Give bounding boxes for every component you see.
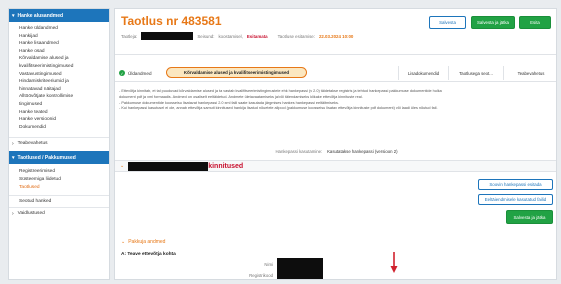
arrow-down-icon xyxy=(390,252,398,273)
sidebar-section-vaidlustused[interactable]: › Vaidlustused xyxy=(9,207,109,219)
section-title: kinnitused xyxy=(208,162,244,170)
sidebar-item[interactable]: Hankijad xyxy=(19,33,109,41)
info-line: - Kui hankepassi kasutusel ei ole, annab… xyxy=(119,106,438,111)
nimi-label: Nimi xyxy=(264,262,273,267)
chevron-down-icon: ⌄ xyxy=(121,239,126,245)
chevron-right-icon: › xyxy=(12,210,14,217)
sidebar-item[interactable]: Dokumendid xyxy=(19,124,109,132)
chevron-down-icon: ▾ xyxy=(12,154,15,161)
sidebar-item[interactable]: Süsteemiga liidetud xyxy=(19,176,109,184)
sidebar-item[interactable]: hinnatavad näitajad xyxy=(19,86,109,94)
tab-korvaldamise-alused[interactable]: Kõrvaldamise alused ja kvalifitseerimist… xyxy=(166,67,307,78)
sidebar-item[interactable]: Hanke versioonid xyxy=(19,116,109,124)
page-title: Taotlus nr 483581 xyxy=(121,14,222,28)
sidebar-section-label: Seotud hanked xyxy=(19,199,52,205)
sidebar-section-teabevahetus[interactable]: › Teabevahetus xyxy=(9,137,109,149)
sidebar-item[interactable]: Vastavustingimused xyxy=(19,71,109,79)
chevron-right-icon: › xyxy=(12,140,14,147)
save-and-continue-button[interactable]: Salvesta ja jätka xyxy=(471,16,515,29)
deadline-value: 22.03.2024 10:00 xyxy=(318,33,354,39)
sidebar-section-label: Hanke alusandmed xyxy=(17,12,64,19)
tab-uldandmed[interactable]: ✓ Üldandmed xyxy=(119,66,152,80)
deadline-label: Taotluse esitamise: xyxy=(277,33,315,39)
sidebar-section-hanke-alusandmed[interactable]: ▾ Hanke alusandmed xyxy=(9,9,109,22)
sidebar-item[interactable]: Hanke lisaandmed xyxy=(19,40,109,48)
sidebar-item[interactable]: Hindamiskriteeriumid ja xyxy=(19,78,109,86)
sidebar-section-label: Teabevahetus xyxy=(17,141,48,147)
application-meta: Taotleja: Seisund: koostamisel, Esitamat… xyxy=(121,32,353,40)
chevron-down-icon: ▾ xyxy=(12,12,15,19)
sidebar: ▾ Hanke alusandmed Hanke üldandmed Hanki… xyxy=(8,8,110,280)
sidebar-items: Hanke üldandmed Hankijad Hanke lisaandme… xyxy=(9,22,109,131)
main-panel: Taotlus nr 483581 Taotleja: Seisund: koo… xyxy=(114,8,557,280)
registrikood-label: Registrikood xyxy=(249,273,273,278)
hankepass-usage-value: Kasutatakse hankepassi (versioon 2) xyxy=(327,149,398,154)
submit-button[interactable]: Esita xyxy=(519,16,551,29)
divider xyxy=(115,54,556,55)
chevron-down-icon: ⌄ xyxy=(120,163,125,169)
tab-teabevahetus[interactable]: Teabevahetus xyxy=(503,66,556,80)
sidebar-section-label: Taotlused / Pakkumused xyxy=(17,154,76,161)
divider xyxy=(115,81,556,82)
section-kinnitused[interactable]: ⌄ kinnitused xyxy=(115,160,556,172)
sidebar-section-taotlused[interactable]: ▾ Taotlused / Pakkumused xyxy=(9,151,109,165)
sidebar-item[interactable]: Hanke teated xyxy=(19,109,109,117)
sidebar-item-seotud-hanked[interactable]: Seotud hanked xyxy=(9,195,109,207)
status-badge: Esitamata xyxy=(246,33,268,39)
pakkuja-andmed-label: Pakkuja andmed xyxy=(128,239,166,245)
sidebar-item[interactable]: Registreerimised xyxy=(19,168,109,176)
sidebar-item[interactable]: kvalifitseerimistingimused xyxy=(19,63,109,71)
tab-bar: ✓ Üldandmed Kõrvaldamise alused ja kvali… xyxy=(115,66,556,80)
hankepass-usage-label: Hankepassi kasutamine: xyxy=(275,149,323,154)
taotleja-label: Taotleja: xyxy=(121,33,138,39)
sidebar-item[interactable]: Hanke üldandmed xyxy=(19,25,109,33)
submit-hankepass-button[interactable]: Soovin hankepassi esitada xyxy=(478,179,553,190)
sidebar-item[interactable]: tingimused xyxy=(19,101,109,109)
redacted-company-details xyxy=(277,258,323,279)
sidebar-item[interactable]: Hanke osad xyxy=(19,48,109,56)
hankepass-usage: Hankepassi kasutamine: Kasutatakse hanke… xyxy=(115,149,556,154)
seisund-value: koostamisel, xyxy=(218,33,243,39)
save-and-continue-button-secondary[interactable]: Salvesta ja jätka xyxy=(506,210,553,224)
redacted-section-title xyxy=(128,161,209,171)
check-icon: ✓ xyxy=(119,70,125,76)
prefill-files-button[interactable]: Eeltäiendmisele kasutatud failid xyxy=(478,194,553,205)
teave-heading: A: Teave ettevõtja kohta xyxy=(121,252,176,257)
tab-taotlusega-seotud[interactable]: Taotlusega seot... xyxy=(448,66,503,80)
info-text: - Ettevõtja kinnitab, et tal puuduvad kõ… xyxy=(119,89,555,112)
sidebar-item-active[interactable]: Taotlused xyxy=(19,184,109,192)
save-button[interactable]: Salvesta xyxy=(429,16,466,29)
sidebar-item[interactable]: Kõrvaldamise alused ja xyxy=(19,55,109,63)
pakkuja-andmed-toggle[interactable]: ⌄ Pakkuja andmed xyxy=(121,239,165,245)
tab-label: Üldandmed xyxy=(128,70,152,76)
redacted-applicant xyxy=(141,32,194,40)
sidebar-items-taotlused: Registreerimised Süsteemiga liidetud Tao… xyxy=(9,164,109,191)
seisund-label: Seisund: xyxy=(197,33,215,39)
tab-lisadokumendid[interactable]: Lisadokumendid xyxy=(398,66,448,80)
sidebar-item[interactable]: Alltöövõtjate kontrollimise xyxy=(19,93,109,101)
sidebar-section-label: Vaidlustused xyxy=(17,211,45,217)
